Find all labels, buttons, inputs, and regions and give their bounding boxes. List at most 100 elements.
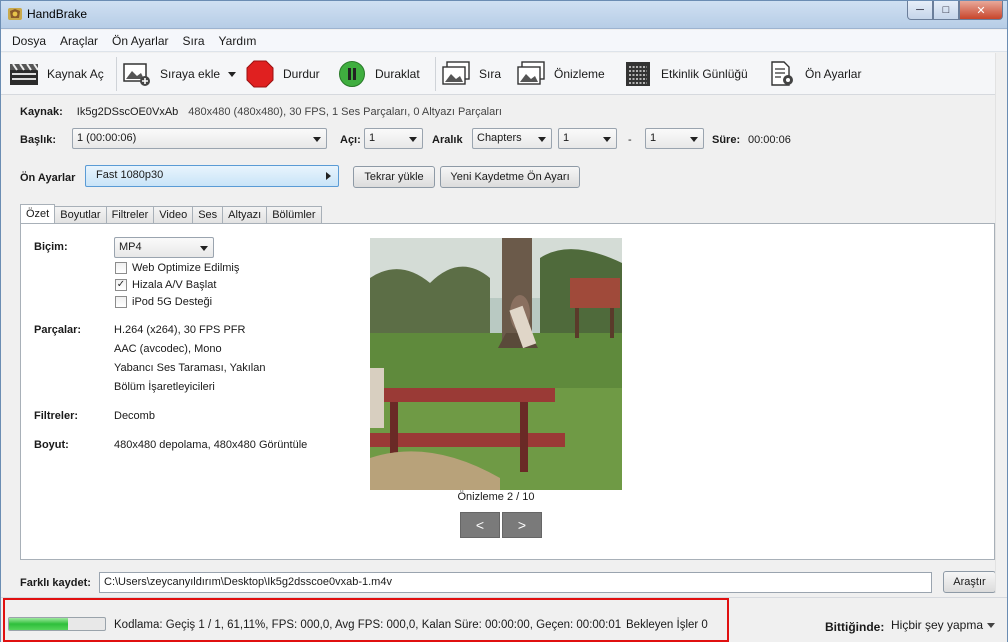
tab-summary[interactable]: Özet (20, 204, 56, 223)
status-highlight-box (3, 598, 729, 642)
browse-button[interactable]: Araştır (943, 571, 996, 593)
align-av-label: Hizala A/V Başlat (132, 279, 217, 291)
main-panel: Kaynak: Ik5g2DSscOE0VxAb 480x480 (480x48… (1, 96, 1007, 593)
tab-subtitles[interactable]: Altyazı (222, 206, 268, 223)
menu-presets[interactable]: Ön Ayarlar (105, 34, 175, 48)
ipod-label: iPod 5G Desteği (132, 296, 213, 308)
menu-help[interactable]: Yardım (212, 34, 264, 48)
ipod-checkbox[interactable]: iPod 5G Desteği (115, 296, 212, 308)
title-select-value: 1 (00:00:06) (77, 132, 137, 144)
range-end-value: 1 (650, 132, 657, 144)
filters-value: Decomb (114, 410, 155, 422)
track-video: H.264 (x264), 30 FPS PFR (114, 324, 246, 336)
pause-button[interactable]: Duraklat (337, 59, 420, 89)
tab-audio[interactable]: Ses (192, 206, 224, 223)
dropdown-arrow-icon[interactable] (228, 71, 237, 77)
preview-button[interactable]: Önizleme (516, 59, 605, 89)
tracks-label: Parçalar: (34, 324, 82, 336)
tab-filters[interactable]: Filtreler (105, 206, 155, 223)
preview-caption: Önizleme 2 / 10 (457, 491, 535, 503)
when-done-select[interactable]: Hiçbir şey yapma (891, 618, 996, 632)
preview-next-button[interactable]: > (502, 512, 542, 538)
format-select[interactable]: MP4 (114, 237, 214, 258)
range-start-value: 1 (563, 132, 570, 144)
checkbox-unchecked-icon (115, 262, 127, 274)
range-mode-value: Chapters (477, 132, 522, 144)
range-start-select[interactable]: 1 (558, 128, 617, 149)
save-as-row: Farklı kaydet: C:\Users\zeycanyıldırım\D… (1, 570, 1007, 594)
queue-label: Sıra (479, 67, 502, 81)
angle-select[interactable]: 1 (364, 128, 423, 149)
reload-preset-button[interactable]: Tekrar yükle (353, 166, 435, 188)
menu-file[interactable]: Dosya (5, 34, 53, 48)
tab-video[interactable]: Video (153, 206, 194, 223)
toolbar: Kaynak Aç Sıraya ekle Durdur Duraklat Sı… (1, 53, 1007, 95)
angle-label: Açı: (340, 134, 361, 146)
presets-label: Ön Ayarlar (805, 67, 862, 81)
chevron-down-icon (690, 137, 698, 142)
add-picture-icon (122, 61, 152, 87)
clapperboard-icon (9, 61, 39, 87)
add-to-queue-button[interactable]: Sıraya ekle (122, 59, 237, 89)
checkbox-unchecked-icon (115, 296, 127, 308)
angle-select-value: 1 (369, 132, 376, 144)
stop-icon (245, 60, 275, 88)
document-gear-icon (767, 61, 797, 87)
preset-select-value: Fast 1080p30 (96, 169, 164, 181)
align-av-checkbox[interactable]: ✓ Hizala A/V Başlat (115, 279, 216, 291)
open-source-button[interactable]: Kaynak Aç (9, 59, 104, 89)
menu-bar: Dosya Araçlar Ön Ayarlar Sıra Yardım (1, 30, 1007, 52)
handbrake-window: HandBrake ─ □ ✕ Dosya Araçlar Ön Ayarlar… (0, 0, 1008, 642)
when-done-label: Bittiğinde: (825, 620, 885, 634)
range-mode-select[interactable]: Chapters (472, 128, 552, 149)
chevron-down-icon (987, 622, 996, 628)
stop-button[interactable]: Durdur (245, 59, 320, 89)
range-label: Aralık (432, 134, 463, 146)
duration-label: Süre: (712, 134, 741, 146)
chevron-down-icon (538, 137, 546, 142)
web-optimized-checkbox[interactable]: Web Optimize Edilmiş (115, 262, 239, 274)
settings-tabs: Özet Boyutlar Filtreler Video Ses Altyaz… (20, 204, 322, 224)
title-bar: HandBrake ─ □ ✕ (1, 1, 1007, 29)
status-bar: Kodlama: Geçiş 1 / 1, 61,11%, FPS: 000,0… (1, 597, 1007, 642)
summary-panel: Biçim: MP4 Web Optimize Edilmiş ✓ Hizala… (20, 223, 995, 560)
close-button[interactable]: ✕ (959, 1, 1003, 20)
preview-pictures-icon (516, 61, 546, 87)
queue-button[interactable]: Sıra (441, 59, 501, 89)
pause-icon (337, 61, 367, 87)
pause-label: Duraklat (375, 67, 420, 81)
menu-tools[interactable]: Araçlar (53, 34, 105, 48)
destination-path-input[interactable]: C:\Users\zeycanyıldırım\Desktop\Ik5g2dss… (99, 572, 932, 593)
range-dash: - (628, 134, 632, 146)
maximize-button[interactable]: □ (933, 1, 959, 20)
vertical-scrollbar[interactable] (995, 53, 1007, 593)
stop-label: Durdur (283, 67, 320, 81)
chevron-down-icon (313, 137, 321, 142)
source-name: Ik5g2DSscOE0VxAb (76, 106, 179, 118)
preset-select[interactable]: Fast 1080p30 (85, 165, 339, 187)
minimize-button[interactable]: ─ (907, 1, 933, 20)
presets-row-label: Ön Ayarlar (20, 172, 76, 184)
menu-queue[interactable]: Sıra (176, 34, 212, 48)
source-info: 480x480 (480x480), 30 FPS, 1 Ses Parçala… (188, 106, 502, 118)
tab-dimensions[interactable]: Boyutlar (54, 206, 107, 223)
activity-log-button[interactable]: Etkinlik Günlüğü (623, 59, 748, 89)
save-new-preset-button[interactable]: Yeni Kaydetme Ön Ayarı (440, 166, 580, 188)
presets-button[interactable]: Ön Ayarlar (767, 59, 861, 89)
duration-value: 00:00:06 (748, 134, 791, 146)
web-optimized-label: Web Optimize Edilmiş (132, 262, 240, 274)
window-title: HandBrake (27, 7, 88, 21)
size-value: 480x480 depolama, 480x480 Görüntüle (114, 439, 308, 451)
chevron-down-icon (603, 137, 611, 142)
preview-prev-button[interactable]: < (460, 512, 500, 538)
title-select[interactable]: 1 (00:00:06) (72, 128, 327, 149)
range-end-select[interactable]: 1 (645, 128, 704, 149)
open-source-label: Kaynak Aç (47, 67, 104, 81)
format-select-value: MP4 (119, 241, 142, 253)
track-subtitle: Yabancı Ses Taraması, Yakılan (114, 362, 266, 374)
chevron-down-icon (409, 137, 417, 142)
preview-label: Önizleme (554, 67, 605, 81)
track-audio: AAC (avcodec), Mono (114, 343, 222, 355)
tab-chapters[interactable]: Bölümler (266, 206, 322, 223)
source-label: Kaynak: (20, 106, 63, 118)
